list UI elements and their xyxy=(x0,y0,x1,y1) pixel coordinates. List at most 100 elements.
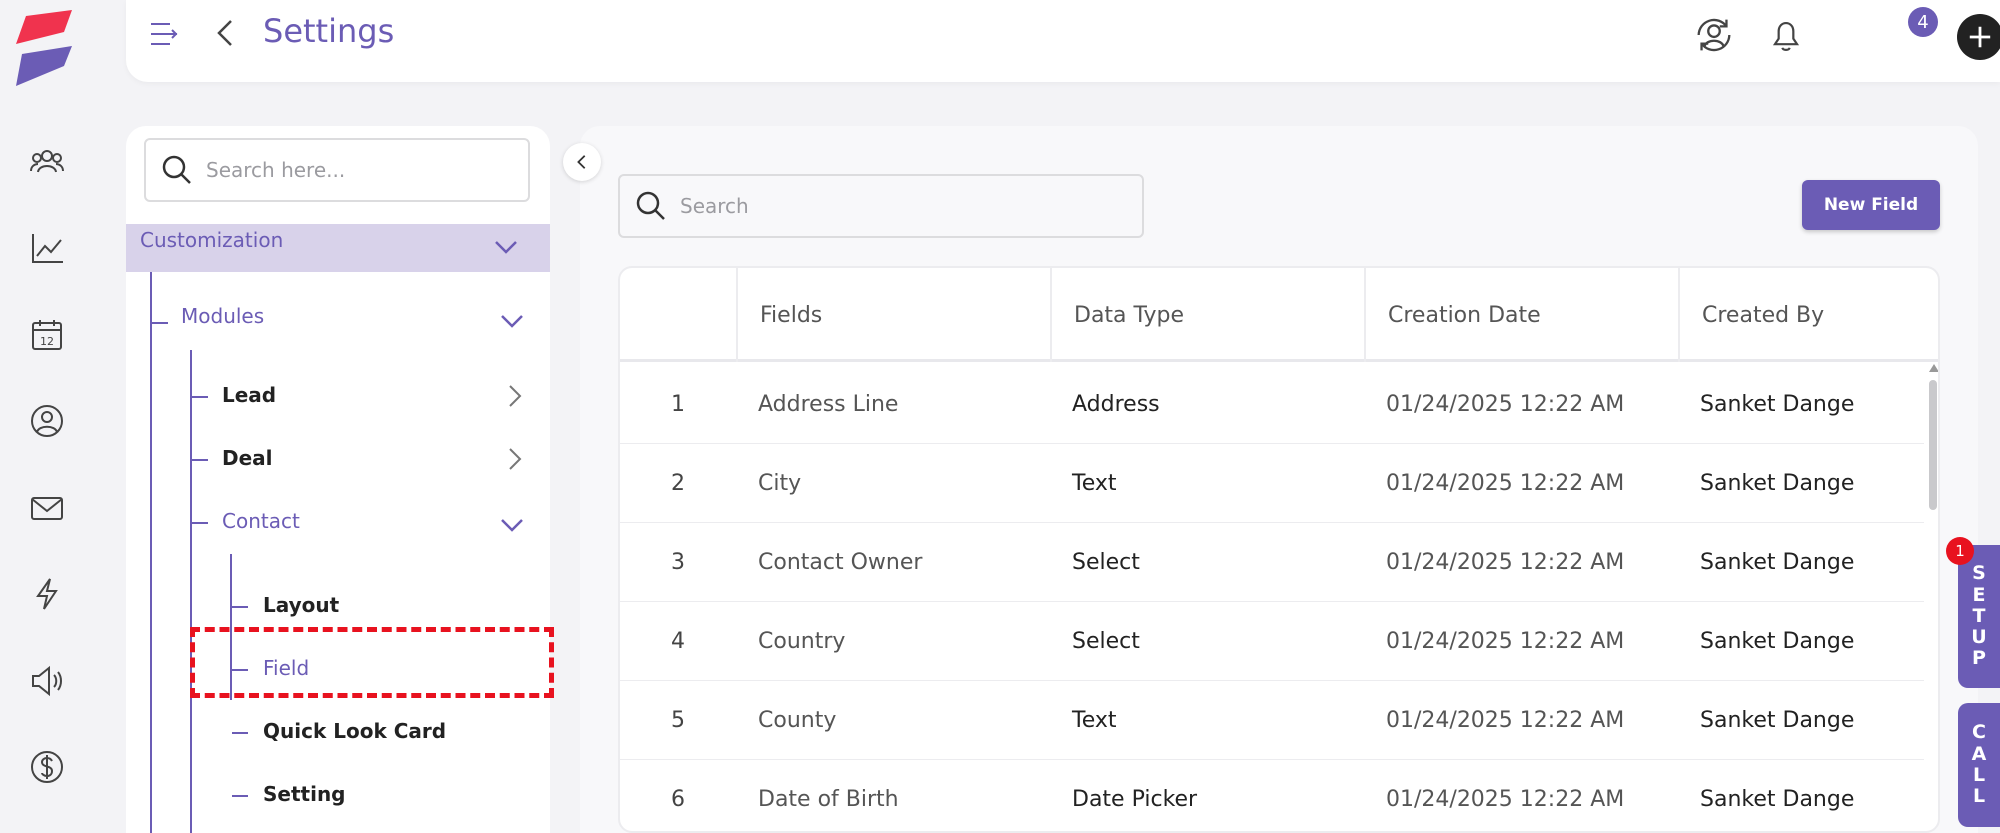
setup-side-tab[interactable]: S E T U P xyxy=(1958,545,2000,688)
created-by-cell: Sanket Dange xyxy=(1700,550,1855,575)
collapse-nav-button[interactable] xyxy=(563,143,601,181)
fields-table: Fields Data Type Creation Date Created B… xyxy=(618,266,1940,833)
dollar-icon[interactable] xyxy=(27,747,67,787)
chevron-right-icon[interactable] xyxy=(500,382,528,410)
tree-connector xyxy=(232,606,248,608)
creation-date-cell: 01/24/2025 12:22 AM xyxy=(1386,471,1625,496)
menu-toggle-icon[interactable] xyxy=(148,18,180,50)
table-row[interactable]: 6 Date of Birth Date Picker 01/24/2025 1… xyxy=(620,760,1924,831)
chevron-left-icon xyxy=(577,155,586,169)
field-name-cell: Contact Owner xyxy=(758,550,923,575)
creation-date-cell: 01/24/2025 12:22 AM xyxy=(1386,787,1625,812)
chevron-down-icon xyxy=(495,241,517,254)
column-header-creation-date[interactable]: Creation Date xyxy=(1364,268,1678,362)
table-row[interactable]: 5 County Text 01/24/2025 12:22 AM Sanket… xyxy=(620,681,1924,760)
nav-item-setting[interactable]: Setting xyxy=(263,782,346,806)
call-letter: C xyxy=(1972,721,1986,744)
add-new-button[interactable] xyxy=(1957,14,2000,60)
main-content-panel: New Field Fields Data Type Creation Date… xyxy=(580,126,1978,833)
row-number: 1 xyxy=(671,392,685,417)
tree-connector xyxy=(232,732,248,734)
table-scrollbar[interactable] xyxy=(1926,362,1938,831)
row-number: 6 xyxy=(671,787,685,812)
call-letter: L xyxy=(1972,764,1986,786)
table-row[interactable]: 3 Contact Owner Select 01/24/2025 12:22 … xyxy=(620,523,1924,602)
fields-search-input[interactable] xyxy=(680,194,1100,218)
nav-search-box xyxy=(144,138,530,202)
calendar-icon[interactable]: 12 xyxy=(27,315,67,355)
lightning-icon[interactable] xyxy=(27,574,67,614)
settings-nav-panel: Customization Modules Lead Deal Contact … xyxy=(126,126,550,833)
nav-item-deal[interactable]: Deal xyxy=(222,446,273,470)
page-title: Settings xyxy=(263,12,395,50)
call-side-tab[interactable]: C A L L xyxy=(1958,703,2000,827)
chevron-right-icon[interactable] xyxy=(500,445,528,473)
column-header-fields[interactable]: Fields xyxy=(736,268,1050,362)
field-name-cell: Country xyxy=(758,629,846,654)
plus-icon xyxy=(1969,26,1991,48)
row-number: 4 xyxy=(671,629,685,654)
app-logo[interactable] xyxy=(10,8,74,88)
tree-connector xyxy=(152,322,168,324)
customization-label: Customization xyxy=(140,228,284,252)
table-row[interactable]: 4 Country Select 01/24/2025 12:22 AM San… xyxy=(620,602,1924,681)
creation-date-cell: 01/24/2025 12:22 AM xyxy=(1386,550,1625,575)
chevron-down-icon[interactable] xyxy=(498,510,526,538)
mail-icon[interactable] xyxy=(27,488,67,528)
created-by-cell: Sanket Dange xyxy=(1700,708,1855,733)
new-field-button[interactable]: New Field xyxy=(1802,180,1940,230)
table-header: Fields Data Type Creation Date Created B… xyxy=(620,268,1938,362)
column-header-index xyxy=(620,268,736,362)
back-arrow-icon[interactable] xyxy=(211,16,241,50)
search-icon xyxy=(162,155,191,184)
notification-bell-icon[interactable] xyxy=(1762,11,1810,59)
scroll-up-arrow-icon[interactable] xyxy=(1929,364,1938,372)
setup-letter: S xyxy=(1972,562,1986,585)
contacts-group-icon[interactable] xyxy=(27,142,67,182)
setup-letter: P xyxy=(1972,647,1986,670)
tree-line xyxy=(190,350,192,833)
creation-date-cell: 01/24/2025 12:22 AM xyxy=(1386,392,1625,417)
column-header-created-by[interactable]: Created By xyxy=(1678,268,1938,362)
calendar-day: 12 xyxy=(40,335,54,348)
left-icon-rail: 12 xyxy=(0,0,94,833)
column-header-data-type[interactable]: Data Type xyxy=(1050,268,1364,362)
row-number: 2 xyxy=(671,471,685,496)
table-row[interactable]: 1 Address Line Address 01/24/2025 12:22 … xyxy=(620,365,1924,444)
created-by-cell: Sanket Dange xyxy=(1700,629,1855,654)
data-type-cell: Text xyxy=(1072,471,1117,496)
user-sync-icon[interactable] xyxy=(1690,11,1738,59)
fields-search-box xyxy=(618,174,1144,238)
field-name-cell: Address Line xyxy=(758,392,899,417)
data-type-cell: Select xyxy=(1072,550,1140,575)
scrollbar-thumb[interactable] xyxy=(1929,380,1937,510)
setup-letter: U xyxy=(1971,626,1987,649)
nav-section-customization[interactable]: Customization xyxy=(126,224,550,272)
nav-item-modules[interactable]: Modules xyxy=(181,304,264,328)
chart-line-icon[interactable] xyxy=(27,228,67,268)
field-name-cell: City xyxy=(758,471,802,496)
nav-item-layout[interactable]: Layout xyxy=(263,593,339,617)
setup-count-badge: 1 xyxy=(1946,537,1974,565)
data-type-cell: Address xyxy=(1072,392,1160,417)
nav-item-lead[interactable]: Lead xyxy=(222,383,276,407)
field-name-cell: County xyxy=(758,708,837,733)
table-row[interactable]: 2 City Text 01/24/2025 12:22 AM Sanket D… xyxy=(620,444,1924,523)
creation-date-cell: 01/24/2025 12:22 AM xyxy=(1386,708,1625,733)
chevron-down-icon[interactable] xyxy=(498,306,526,334)
setup-letter: T xyxy=(1972,604,1986,627)
search-icon xyxy=(636,191,665,220)
data-type-cell: Date Picker xyxy=(1072,787,1198,812)
nav-search-input[interactable] xyxy=(206,158,506,182)
megaphone-icon[interactable] xyxy=(27,661,67,701)
nav-item-quick-look-card[interactable]: Quick Look Card xyxy=(263,719,446,743)
created-by-cell: Sanket Dange xyxy=(1700,787,1855,812)
field-name-cell: Date of Birth xyxy=(758,787,899,812)
call-letter: L xyxy=(1972,785,1986,808)
nav-item-contact[interactable]: Contact xyxy=(222,509,300,533)
creation-date-cell: 01/24/2025 12:22 AM xyxy=(1386,629,1625,654)
created-by-cell: Sanket Dange xyxy=(1700,392,1855,417)
top-header: Settings 4 SD xyxy=(126,0,2000,82)
user-circle-icon[interactable] xyxy=(27,401,67,441)
field-highlight-box xyxy=(190,627,554,698)
